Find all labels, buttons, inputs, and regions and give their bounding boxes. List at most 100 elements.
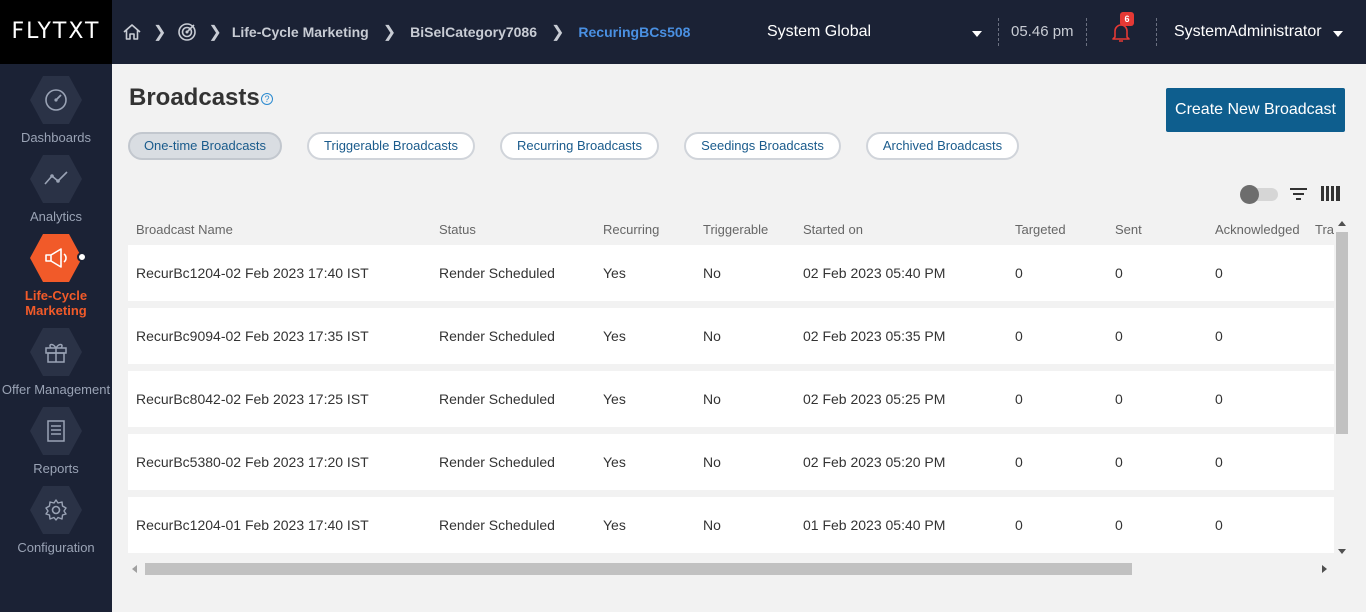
help-icon[interactable]: ?: [261, 93, 273, 105]
column-header[interactable]: Triggerable: [703, 222, 768, 237]
sidebar-item-configuration[interactable]: Configuration: [0, 486, 112, 555]
targeted-cell: 0: [1015, 391, 1023, 407]
notification-badge: 6: [1120, 12, 1134, 26]
divider: [998, 18, 999, 46]
tab-recurring-broadcasts[interactable]: Recurring Broadcasts: [500, 132, 659, 160]
sent-cell: 0: [1115, 454, 1123, 470]
column-header[interactable]: Sent: [1115, 222, 1142, 237]
sidebar-item-offer-management[interactable]: Offer Management: [0, 328, 112, 397]
started-on-cell: 02 Feb 2023 05:40 PM: [803, 265, 946, 281]
column-header[interactable]: Acknowledged: [1215, 222, 1300, 237]
scroll-up-icon[interactable]: [1338, 221, 1346, 226]
tab-seedings-broadcasts[interactable]: Seedings Broadcasts: [684, 132, 841, 160]
home-icon[interactable]: [121, 21, 143, 43]
acknowledged-cell: 0: [1215, 328, 1223, 344]
target-icon[interactable]: [176, 21, 198, 43]
toggle-knob: [1240, 185, 1259, 204]
table-row[interactable]: RecurBc1204-02 Feb 2023 17:40 IST Render…: [128, 245, 1334, 301]
column-header[interactable]: Broadcast Name: [136, 222, 233, 237]
acknowledged-cell: 0: [1215, 517, 1223, 533]
active-indicator: [77, 252, 87, 262]
scrollbar-thumb[interactable]: [1336, 232, 1348, 434]
table-row[interactable]: RecurBc1204-01 Feb 2023 17:40 IST Render…: [128, 497, 1334, 553]
document-icon: [30, 407, 82, 455]
chevron-right-icon: ❯: [153, 24, 167, 41]
divider: [1156, 18, 1157, 46]
create-broadcast-button[interactable]: Create New Broadcast: [1166, 88, 1345, 132]
recurring-cell: Yes: [603, 391, 626, 407]
status-cell: Render Scheduled: [439, 328, 555, 344]
sidebar-item-label: Reports: [33, 461, 79, 476]
recurring-cell: Yes: [603, 517, 626, 533]
broadcast-table: Broadcast Name Status Recurring Triggera…: [128, 218, 1334, 558]
gauge-icon: [30, 76, 82, 124]
scrollbar-thumb[interactable]: [145, 563, 1132, 575]
flytxt-logo[interactable]: FLYTXT: [0, 0, 112, 64]
sidebar-item-dashboards[interactable]: Dashboards: [0, 76, 112, 145]
scroll-right-icon[interactable]: [1322, 565, 1327, 573]
sidebar-item-label: Life-Cycle Marketing: [24, 288, 88, 318]
line-chart-icon: [30, 155, 82, 203]
column-header[interactable]: Tra: [1315, 222, 1334, 237]
started-on-cell: 01 Feb 2023 05:40 PM: [803, 517, 946, 533]
triggerable-cell: No: [703, 328, 721, 344]
triggerable-cell: No: [703, 265, 721, 281]
broadcast-name[interactable]: RecurBc1204-01 Feb 2023 17:40 IST: [136, 517, 369, 533]
scroll-down-icon[interactable]: [1338, 549, 1346, 554]
column-header[interactable]: Targeted: [1015, 222, 1066, 237]
table-row[interactable]: RecurBc9094-02 Feb 2023 17:35 IST Render…: [128, 308, 1334, 364]
triggerable-cell: No: [703, 517, 721, 533]
clock-time: 05.46 pm: [1011, 23, 1074, 40]
chevron-right-icon: ❯: [208, 24, 222, 41]
column-header[interactable]: Recurring: [603, 222, 659, 237]
region-selector[interactable]: System Global: [767, 23, 871, 41]
targeted-cell: 0: [1015, 328, 1023, 344]
divider: [1086, 18, 1087, 46]
table-header: Broadcast Name Status Recurring Triggera…: [128, 218, 1334, 242]
table-row[interactable]: RecurBc5380-02 Feb 2023 17:20 IST Render…: [128, 434, 1334, 490]
view-toggle[interactable]: [1240, 185, 1278, 204]
targeted-cell: 0: [1015, 265, 1023, 281]
sent-cell: 0: [1115, 265, 1123, 281]
triggerable-cell: No: [703, 454, 721, 470]
columns-icon[interactable]: [1321, 186, 1340, 201]
broadcast-name[interactable]: RecurBc1204-02 Feb 2023 17:40 IST: [136, 265, 369, 281]
broadcast-name[interactable]: RecurBc8042-02 Feb 2023 17:25 IST: [136, 391, 369, 407]
tab-one-time-broadcasts[interactable]: One-time Broadcasts: [128, 132, 282, 160]
breadcrumb-item-category[interactable]: BiSelCategory7086: [410, 24, 537, 40]
megaphone-icon: [30, 234, 82, 282]
column-header[interactable]: Status: [439, 222, 476, 237]
caret-down-icon[interactable]: [972, 31, 982, 37]
gift-icon: [30, 328, 82, 376]
broadcast-name[interactable]: RecurBc5380-02 Feb 2023 17:20 IST: [136, 454, 369, 470]
targeted-cell: 0: [1015, 454, 1023, 470]
started-on-cell: 02 Feb 2023 05:35 PM: [803, 328, 946, 344]
breadcrumb-item-current[interactable]: RecuringBCs508: [578, 24, 690, 40]
status-cell: Render Scheduled: [439, 391, 555, 407]
sidebar-item-reports[interactable]: Reports: [0, 407, 112, 476]
tab-archived-broadcasts[interactable]: Archived Broadcasts: [866, 132, 1019, 160]
tab-triggerable-broadcasts[interactable]: Triggerable Broadcasts: [307, 132, 475, 160]
sent-cell: 0: [1115, 391, 1123, 407]
chevron-right-icon: ❯: [551, 24, 565, 41]
broadcast-name[interactable]: RecurBc9094-02 Feb 2023 17:35 IST: [136, 328, 369, 344]
sidebar-item-label: Dashboards: [20, 130, 92, 145]
caret-down-icon[interactable]: [1333, 31, 1343, 37]
sidebar: Dashboards Analytics Life-Cycle Marketin…: [0, 64, 112, 612]
table-row[interactable]: RecurBc8042-02 Feb 2023 17:25 IST Render…: [128, 371, 1334, 427]
breadcrumb-item-lcm[interactable]: Life-Cycle Marketing: [232, 24, 369, 40]
top-bar: FLYTXT ❯ ❯ Life-Cycle Marketing ❯ BiSelC…: [0, 0, 1366, 64]
filter-icon[interactable]: [1289, 186, 1308, 202]
sidebar-item-label: Configuration: [17, 540, 95, 555]
user-menu[interactable]: SystemAdministrator: [1174, 23, 1322, 41]
status-cell: Render Scheduled: [439, 265, 555, 281]
sidebar-item-life-cycle-marketing[interactable]: Life-Cycle Marketing: [0, 234, 112, 318]
started-on-cell: 02 Feb 2023 05:25 PM: [803, 391, 946, 407]
scroll-left-icon[interactable]: [132, 565, 137, 573]
sidebar-item-analytics[interactable]: Analytics: [0, 155, 112, 224]
recurring-cell: Yes: [603, 265, 626, 281]
column-header[interactable]: Started on: [803, 222, 863, 237]
horizontal-scrollbar[interactable]: [128, 562, 1334, 576]
page-title: Broadcasts: [129, 84, 260, 111]
vertical-scrollbar[interactable]: [1335, 218, 1349, 558]
